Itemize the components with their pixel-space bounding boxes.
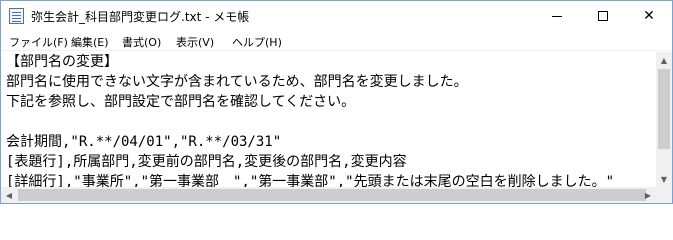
chevron-right-icon: ▶ (644, 191, 652, 200)
chevron-left-icon: ◀ (5, 191, 13, 200)
chevron-down-icon: ▼ (660, 174, 668, 184)
scrollbar-corner (656, 187, 672, 203)
title-bar[interactable]: 弥生会計_科目部門変更ログ.txt - メモ帳 ✕ (1, 1, 672, 31)
chevron-up-icon: ▲ (660, 55, 668, 65)
minimize-button[interactable] (534, 1, 580, 31)
text-editor[interactable]: 【部門名の変更】 部門名に使用できない文字が含まれているため、部門名を変更しまし… (1, 52, 656, 203)
maximize-button[interactable] (580, 1, 626, 31)
text-line: 【部門名の変更】 (6, 54, 118, 70)
window-title: 弥生会計_科目部門変更ログ.txt - メモ帳 (31, 10, 250, 24)
minimize-icon (552, 15, 562, 17)
close-button[interactable]: ✕ (626, 1, 672, 31)
menu-file[interactable]: ファイル(F) (7, 33, 70, 51)
scroll-up-button[interactable]: ▲ (656, 52, 672, 68)
text-line: [表題行],所属部門,変更前の部門名,変更後の部門名,変更内容 (6, 154, 407, 170)
notepad-icon[interactable] (9, 8, 24, 24)
menu-bar: ファイル(F) 編集(E) 書式(O) 表示(V) ヘルプ(H) (1, 31, 672, 51)
horizontal-scroll-thumb[interactable] (18, 189, 646, 201)
menu-help[interactable]: ヘルプ(H) (230, 33, 284, 51)
menu-view[interactable]: 表示(V) (174, 33, 216, 51)
menu-format[interactable]: 書式(O) (120, 33, 163, 51)
notepad-window: 弥生会計_科目部門変更ログ.txt - メモ帳 ✕ ファイル(F) 編集(E) … (0, 0, 673, 204)
maximize-icon (598, 11, 608, 21)
scroll-right-button[interactable]: ▶ (640, 187, 656, 203)
vertical-scroll-thumb[interactable] (658, 69, 670, 149)
vertical-scrollbar[interactable]: ▲ ▼ (656, 52, 672, 187)
horizontal-scrollbar[interactable]: ◀ ▶ (1, 187, 656, 203)
scroll-left-button[interactable]: ◀ (1, 187, 17, 203)
text-line: 会計期間,"R.**/04/01","R.**/03/31" (6, 134, 282, 150)
text-line: 下記を参照し、部門設定で部門名を確認してください。 (6, 94, 356, 110)
text-line: 部門名に使用できない文字が含まれているため、部門名を変更しました。 (6, 74, 468, 90)
close-icon: ✕ (643, 8, 655, 24)
menu-edit[interactable]: 編集(E) (69, 33, 111, 51)
scroll-down-button[interactable]: ▼ (656, 171, 672, 187)
